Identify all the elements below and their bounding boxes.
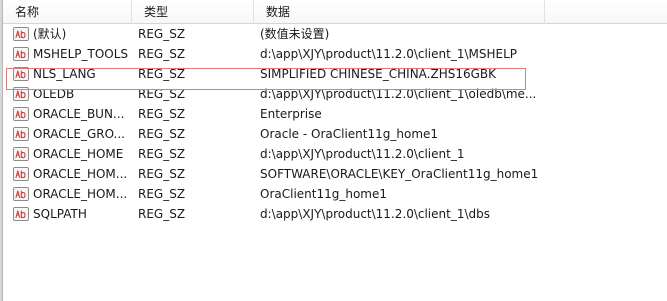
- value-name-cell: MSHELP_TOOLS: [3, 44, 132, 64]
- value-type: REG_SZ: [138, 87, 186, 101]
- header-filler: [545, 0, 667, 24]
- value-type: REG_SZ: [138, 147, 186, 161]
- registry-string-value-icon: [13, 127, 29, 141]
- value-name-cell: ORACLE_GRO...: [3, 124, 132, 144]
- column-header-bar: 名称 类型 数据: [3, 0, 667, 24]
- registry-string-value-icon: [13, 167, 29, 181]
- value-name: MSHELP_TOOLS: [33, 47, 129, 61]
- registry-string-value-icon: [13, 87, 29, 101]
- value-name-cell: SQLPATH: [3, 204, 132, 224]
- header-data[interactable]: 数据: [254, 0, 545, 24]
- registry-string-value-icon: [13, 67, 29, 81]
- value-data: SOFTWARE\ORACLE\KEY_OraClient11g_home1: [260, 167, 539, 181]
- registry-value-row[interactable]: ORACLE_HOM... REG_SZ SOFTWARE\ORACLE\KEY…: [3, 164, 667, 184]
- value-name: ORACLE_HOM...: [33, 167, 128, 181]
- value-type: REG_SZ: [138, 27, 186, 41]
- registry-value-row[interactable]: (默认) REG_SZ (数值未设置): [3, 24, 667, 44]
- value-name: ORACLE_BUN...: [33, 107, 125, 121]
- value-name-cell: ORACLE_BUN...: [3, 104, 132, 124]
- header-type[interactable]: 类型: [132, 0, 254, 24]
- registry-string-value-icon: [13, 47, 29, 61]
- value-name-cell: (默认): [3, 24, 132, 44]
- registry-value-row[interactable]: SQLPATH REG_SZ d:\app\XJY\product\11.2.0…: [3, 204, 667, 224]
- value-name-cell: NLS_LANG: [3, 64, 132, 84]
- registry-value-row[interactable]: OLEDB REG_SZ d:\app\XJY\product\11.2.0\c…: [3, 84, 667, 104]
- value-data: Enterprise: [260, 107, 322, 121]
- value-type: REG_SZ: [138, 67, 186, 81]
- registry-value-list: 名称 类型 数据 (默认) REG_SZ (数值未设置) MSHELP_TOOL…: [0, 0, 667, 301]
- value-name: NLS_LANG: [33, 67, 96, 81]
- value-name-cell: ORACLE_HOM...: [3, 164, 132, 184]
- registry-value-row[interactable]: MSHELP_TOOLS REG_SZ d:\app\XJY\product\1…: [3, 44, 667, 64]
- value-data: d:\app\XJY\product\11.2.0\client_1\dbs: [260, 207, 490, 221]
- value-data: (数值未设置): [260, 27, 330, 41]
- value-name: (默认): [33, 27, 67, 41]
- value-name-cell: OLEDB: [3, 84, 132, 104]
- value-data: d:\app\XJY\product\11.2.0\client_1\oledb…: [260, 87, 537, 101]
- value-type: REG_SZ: [138, 127, 186, 141]
- value-name-cell: ORACLE_HOME: [3, 144, 132, 164]
- value-name-cell: ORACLE_HOM...: [3, 184, 132, 204]
- registry-value-row[interactable]: ORACLE_BUN... REG_SZ Enterprise: [3, 104, 667, 124]
- registry-value-row[interactable]: ORACLE_GRO... REG_SZ Oracle - OraClient1…: [3, 124, 667, 144]
- value-data: d:\app\XJY\product\11.2.0\client_1: [260, 147, 465, 161]
- registry-value-row[interactable]: ORACLE_HOM... REG_SZ OraClient11g_home1: [3, 184, 667, 204]
- value-type: REG_SZ: [138, 167, 186, 181]
- registry-string-value-icon: [13, 207, 29, 221]
- value-data: Oracle - OraClient11g_home1: [260, 127, 439, 141]
- value-type: REG_SZ: [138, 207, 186, 221]
- value-name: SQLPATH: [33, 207, 87, 221]
- registry-string-value-icon: [13, 187, 29, 201]
- registry-string-value-icon: [13, 107, 29, 121]
- registry-value-row[interactable]: NLS_LANG REG_SZ SIMPLIFIED CHINESE_CHINA…: [3, 64, 667, 84]
- value-name: OLEDB: [33, 87, 75, 101]
- registry-string-value-icon: [13, 147, 29, 161]
- value-type: REG_SZ: [138, 187, 186, 201]
- value-name: ORACLE_GRO...: [33, 127, 125, 141]
- value-data: SIMPLIFIED CHINESE_CHINA.ZHS16GBK: [260, 67, 497, 81]
- value-rows: (默认) REG_SZ (数值未设置) MSHELP_TOOLS REG_SZ …: [3, 24, 667, 224]
- registry-value-row[interactable]: ORACLE_HOME REG_SZ d:\app\XJY\product\11…: [3, 144, 667, 164]
- value-type: REG_SZ: [138, 107, 186, 121]
- header-name[interactable]: 名称: [3, 0, 132, 24]
- value-name: ORACLE_HOME: [33, 147, 124, 161]
- value-data: OraClient11g_home1: [260, 187, 388, 201]
- value-data: d:\app\XJY\product\11.2.0\client_1\MSHEL…: [260, 47, 518, 61]
- value-name: ORACLE_HOM...: [33, 187, 128, 201]
- value-type: REG_SZ: [138, 47, 186, 61]
- registry-string-value-icon: [13, 27, 29, 41]
